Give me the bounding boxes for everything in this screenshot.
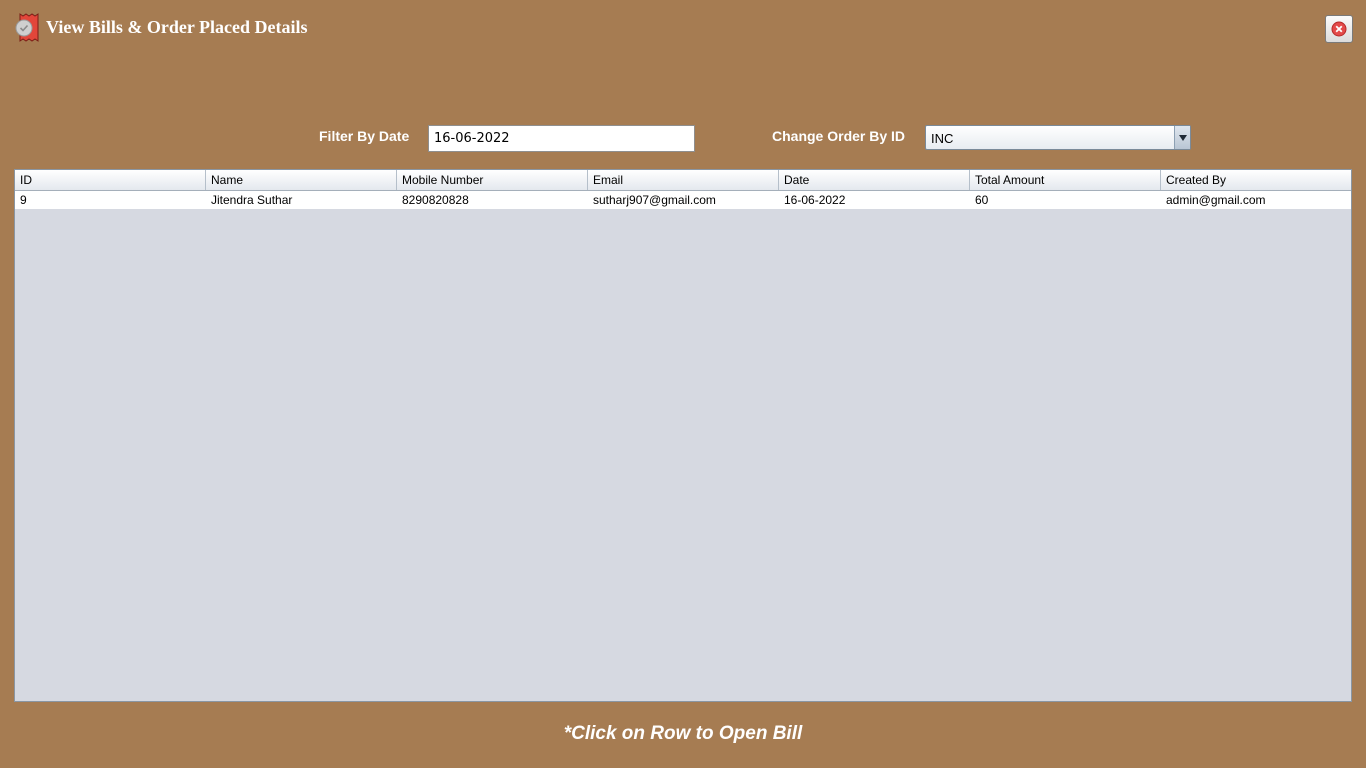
column-header-id[interactable]: ID (15, 170, 206, 190)
column-header-total[interactable]: Total Amount (970, 170, 1161, 190)
column-header-date[interactable]: Date (779, 170, 970, 190)
cell-date: 16-06-2022 (784, 193, 846, 207)
cell-name: Jitendra Suthar (211, 193, 293, 207)
table-header: ID Name Mobile Number Email Date Total A… (15, 170, 1351, 191)
close-button[interactable] (1325, 15, 1353, 43)
filter-by-date-label: Filter By Date (319, 128, 410, 144)
chevron-down-icon[interactable] (1174, 126, 1190, 149)
cell-created-by: admin@gmail.com (1166, 193, 1266, 207)
cell-total: 60 (975, 193, 989, 207)
bills-window: View Bills & Order Placed Details Filter… (0, 0, 1366, 768)
window-title: View Bills & Order Placed Details (46, 17, 308, 37)
bill-receipt-icon (15, 13, 41, 43)
order-by-id-value: INC (931, 131, 954, 146)
close-icon (1331, 21, 1347, 37)
cell-id: 9 (20, 193, 27, 207)
column-header-email[interactable]: Email (588, 170, 779, 190)
bills-table[interactable]: ID Name Mobile Number Email Date Total A… (14, 169, 1352, 702)
column-header-created-by[interactable]: Created By (1161, 170, 1351, 190)
change-order-label: Change Order By ID (772, 128, 906, 144)
cell-mobile: 8290820828 (402, 193, 469, 207)
order-by-id-select[interactable]: INC (925, 125, 1191, 150)
column-header-mobile[interactable]: Mobile Number (397, 170, 588, 190)
column-header-name[interactable]: Name (206, 170, 397, 190)
filter-date-input[interactable] (428, 125, 695, 152)
cell-email: sutharj907@gmail.com (593, 193, 716, 207)
table-row[interactable]: 9 Jitendra Suthar 8290820828 sutharj907@… (15, 191, 1351, 209)
open-bill-hint: *Click on Row to Open Bill (563, 723, 803, 744)
